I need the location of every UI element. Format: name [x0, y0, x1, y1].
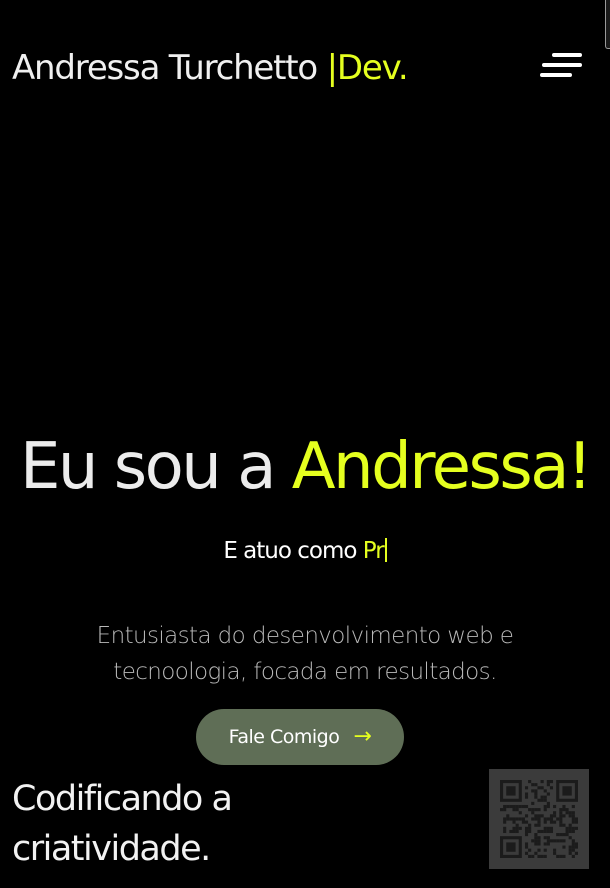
tagline: Codificando a criatividade.: [12, 779, 233, 869]
arrow-right-icon: →: [353, 724, 372, 749]
qr-code-icon: [500, 780, 578, 858]
hamburger-menu-icon: [552, 53, 582, 57]
site-header: Andressa Turchetto |Dev.: [0, 0, 610, 140]
hero-title-name: Andressa!: [291, 430, 593, 504]
hero-role-prefix: E atuo como: [223, 538, 357, 564]
brand-name: Andressa Turchetto: [12, 48, 318, 88]
brand-suffix: |Dev.: [326, 48, 409, 88]
contact-button-label: Fale Comigo: [228, 726, 340, 748]
hamburger-menu-icon-line: [542, 63, 582, 67]
hero-role: E atuo como Pr: [0, 538, 610, 564]
hero-description: Entusiasta do desenvolvimento web e tecn…: [96, 623, 514, 685]
hero-title: Eu sou a Andressa!: [0, 430, 610, 504]
qr-code[interactable]: [489, 769, 589, 869]
hamburger-menu-icon-line: [540, 73, 572, 77]
hamburger-menu-button[interactable]: [534, 48, 590, 88]
hero-title-prefix: Eu sou a: [19, 430, 276, 504]
typing-caret: [384, 538, 387, 562]
hero-role-typed: Pr: [362, 538, 385, 564]
brand-logo[interactable]: Andressa Turchetto |Dev.: [12, 48, 409, 88]
contact-button[interactable]: Fale Comigo →: [196, 709, 404, 765]
